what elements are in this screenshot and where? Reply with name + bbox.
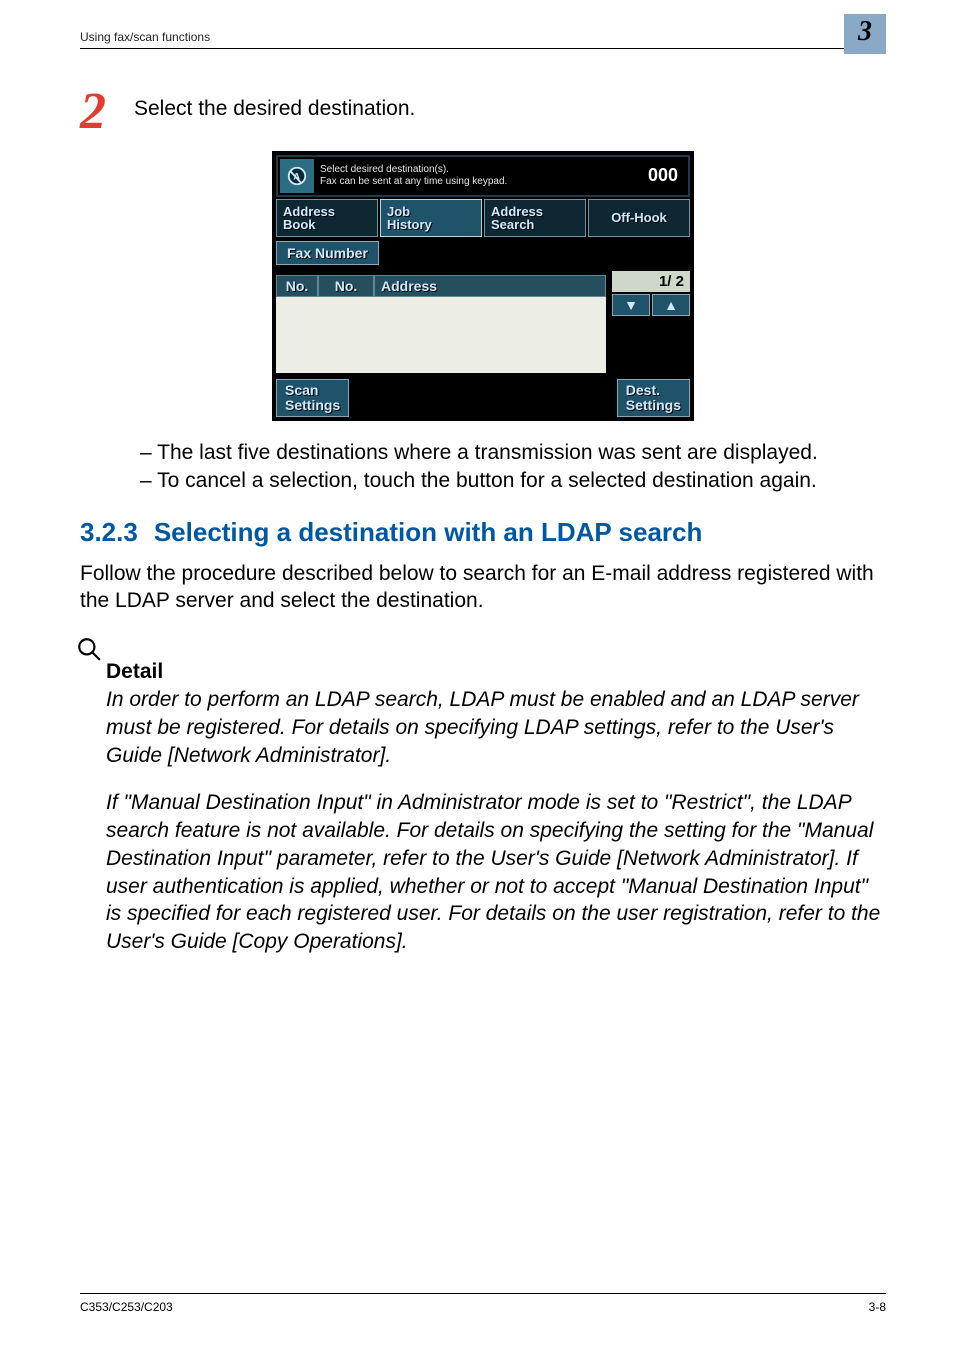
step-text: Select the desired destination. [134,91,415,121]
page-indicator: 1/ 2 [612,271,690,292]
dest-settings-button[interactable]: Dest. Settings [617,379,690,417]
status-icon: A [280,159,314,193]
col-no2: No. [318,275,374,297]
svg-text:A: A [293,171,300,181]
subtab-fax-number[interactable]: Fax Number [276,241,379,265]
tab-address-book[interactable]: Address Book [276,199,378,237]
screen-msg2: Fax can be sent at any time using keypad… [320,176,634,188]
step-number: 2 [80,91,134,133]
tab-job-history[interactable]: Job History [380,199,482,237]
off-hook-button[interactable]: Off-Hook [588,199,690,237]
section-heading: 3.2.3Selecting a destination with an LDA… [80,517,886,548]
detail-label: Detail [106,660,886,684]
tab-address-search[interactable]: Address Search [484,199,586,237]
detail-p2: If "Manual Destination Input" in Adminis… [106,789,886,955]
col-no1: No. [276,275,318,297]
note-2: – To cancel a selection, touch the butto… [140,469,886,493]
footer-right: 3-8 [869,1300,886,1314]
chapter-badge: 3 [844,14,886,54]
result-area [276,297,606,373]
magnifier-icon [76,636,102,662]
detail-p1: In order to perform an LDAP search, LDAP… [106,686,886,769]
col-address: Address [374,275,606,297]
screen-counter: 000 [638,165,688,186]
screen-msg1: Select desired destination(s). [320,164,634,176]
note-1: – The last five destinations where a tra… [140,441,886,465]
section-intro: Follow the procedure described below to … [80,560,886,615]
device-screen: A Select desired destination(s). Fax can… [272,151,694,421]
page-down-button[interactable]: ▼ [612,294,650,316]
header-section: Using fax/scan functions [80,30,210,44]
page-up-button[interactable]: ▲ [652,294,690,316]
scan-settings-button[interactable]: Scan Settings [276,379,349,417]
footer-left: C353/C253/C203 [80,1300,173,1314]
